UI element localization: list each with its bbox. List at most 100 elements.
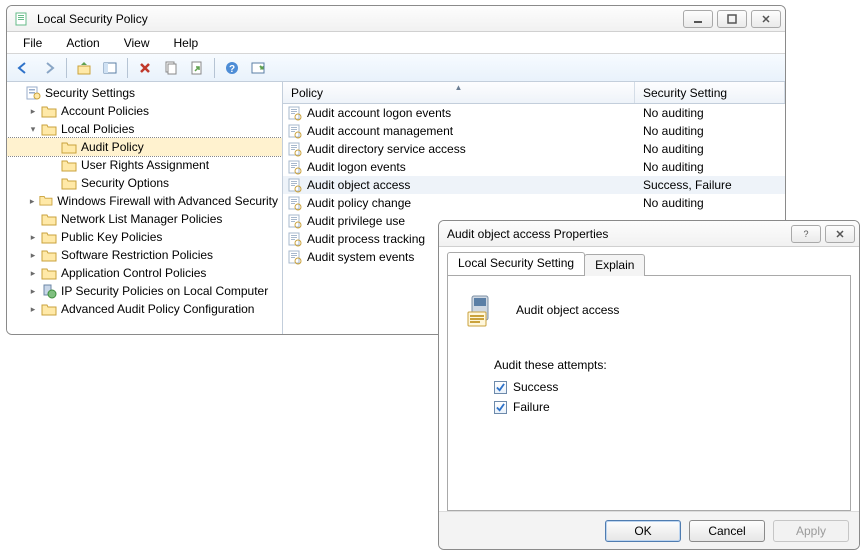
tree-root-node[interactable]: Security Settings (7, 84, 282, 102)
tree-node[interactable]: ▸ Application Control Policies (7, 264, 282, 282)
tree-node[interactable]: ▸ Windows Firewall with Advanced Securit… (7, 192, 282, 210)
column-header-setting-label: Security Setting (643, 86, 727, 100)
tab-panel: Audit object access Audit these attempts… (447, 275, 851, 511)
list-row[interactable]: Audit logon events No auditing (283, 158, 785, 176)
column-header-policy[interactable]: Policy ▲ (283, 82, 635, 103)
tree-node-label: Network List Manager Policies (61, 212, 222, 226)
list-row[interactable]: Audit policy change No auditing (283, 194, 785, 212)
chevron-right-icon[interactable]: ▸ (27, 231, 39, 243)
tree-node[interactable]: ▸ Software Restriction Policies (7, 246, 282, 264)
dialog-titlebar[interactable]: Audit object access Properties ? (439, 221, 859, 247)
list-row-name: Audit logon events (307, 160, 635, 174)
properties-icon[interactable] (246, 57, 270, 79)
menu-file[interactable]: File (13, 34, 52, 52)
dialog-help-button[interactable]: ? (791, 225, 821, 243)
sort-asc-icon: ▲ (455, 83, 463, 92)
help-icon[interactable]: ? (220, 57, 244, 79)
list-row-setting: No auditing (635, 160, 785, 174)
ok-button[interactable]: OK (605, 520, 681, 542)
list-row-name: Audit directory service access (307, 142, 635, 156)
policy-item-icon (287, 159, 303, 175)
list-row[interactable]: Audit account management No auditing (283, 122, 785, 140)
toolbar: ? (7, 54, 785, 82)
list-row[interactable]: Audit directory service access No auditi… (283, 140, 785, 158)
folder-icon (61, 139, 77, 155)
list-row-setting: Success, Failure (635, 178, 785, 192)
tree-node-label: Software Restriction Policies (61, 248, 213, 262)
checkbox-failure[interactable] (494, 401, 507, 414)
list-row[interactable]: Audit object access Success, Failure (283, 176, 785, 194)
tree-node-label: Security Settings (45, 86, 135, 100)
list-row-name: Audit policy change (307, 196, 635, 210)
show-tree-icon[interactable] (98, 57, 122, 79)
list-row-name: Audit account logon events (307, 106, 635, 120)
maximize-button[interactable] (717, 10, 747, 28)
app-icon (15, 11, 31, 27)
chevron-right-icon[interactable]: ▸ (27, 105, 39, 117)
tree-node[interactable]: ▾ Local Policies (7, 120, 282, 138)
tree-node[interactable]: Security Options (7, 174, 282, 192)
properties-dialog: Audit object access Properties ? Local S… (438, 220, 860, 550)
menu-help[interactable]: Help (164, 34, 209, 52)
chevron-right-icon[interactable]: ▸ (27, 303, 39, 315)
tree-node[interactable]: ▸ IP Security Policies on Local Computer (7, 282, 282, 300)
list-row-setting: No auditing (635, 142, 785, 156)
tree-node[interactable]: ▸ Account Policies (7, 102, 282, 120)
cancel-button[interactable]: Cancel (689, 520, 765, 542)
tree-node-label: Windows Firewall with Advanced Security (57, 194, 278, 208)
list-row-setting: No auditing (635, 124, 785, 138)
tree-node-label: User Rights Assignment (81, 158, 209, 172)
tree-node-label: Local Policies (61, 122, 134, 136)
checkbox-success[interactable] (494, 381, 507, 394)
folder-icon (41, 301, 57, 317)
checkbox-failure-row[interactable]: Failure (494, 400, 834, 414)
folder-icon (39, 193, 53, 209)
svg-text:?: ? (229, 64, 235, 75)
back-icon[interactable] (11, 57, 35, 79)
copy-icon[interactable] (159, 57, 183, 79)
policy-icon (464, 290, 504, 330)
checkbox-success-label: Success (513, 380, 558, 394)
delete-icon[interactable] (133, 57, 157, 79)
tree-node-label: Audit Policy (81, 140, 144, 154)
tab-local-security-setting[interactable]: Local Security Setting (447, 252, 585, 275)
chevron-right-icon[interactable]: ▸ (27, 195, 37, 207)
security-settings-icon (25, 85, 41, 101)
tab-explain[interactable]: Explain (584, 254, 645, 276)
menu-view[interactable]: View (114, 34, 160, 52)
chevron-down-icon[interactable]: ▾ (27, 123, 39, 135)
policy-item-icon (287, 213, 303, 229)
chevron-right-icon[interactable]: ▸ (27, 267, 39, 279)
tree-node-label: Security Options (81, 176, 169, 190)
policy-item-icon (287, 105, 303, 121)
minimize-button[interactable] (683, 10, 713, 28)
tree-node[interactable]: Audit Policy (7, 138, 282, 156)
main-titlebar[interactable]: Local Security Policy (7, 6, 785, 32)
tree-node[interactable]: Network List Manager Policies (7, 210, 282, 228)
up-icon[interactable] (72, 57, 96, 79)
tree-node[interactable]: ▸ Public Key Policies (7, 228, 282, 246)
close-button[interactable] (751, 10, 781, 28)
checkbox-success-row[interactable]: Success (494, 380, 834, 394)
policy-item-icon (287, 123, 303, 139)
tree-node[interactable]: ▸ Advanced Audit Policy Configuration (7, 300, 282, 318)
apply-button[interactable]: Apply (773, 520, 849, 542)
export-icon[interactable] (185, 57, 209, 79)
tree-node[interactable]: User Rights Assignment (7, 156, 282, 174)
chevron-right-icon[interactable]: ▸ (27, 285, 39, 297)
policy-name-label: Audit object access (516, 303, 619, 317)
folder-icon (41, 265, 57, 281)
forward-icon[interactable] (37, 57, 61, 79)
chevron-right-icon[interactable]: ▸ (27, 249, 39, 261)
list-row[interactable]: Audit account logon events No auditing (283, 104, 785, 122)
menubar: File Action View Help (7, 32, 785, 54)
dialog-tabstrip: Local Security Setting Explain (447, 253, 851, 275)
folder-icon (61, 157, 77, 173)
toolbar-separator (214, 58, 215, 78)
column-header-setting[interactable]: Security Setting (635, 82, 785, 103)
dialog-close-button[interactable] (825, 225, 855, 243)
toolbar-separator (66, 58, 67, 78)
toolbar-separator (127, 58, 128, 78)
tree-pane[interactable]: Security Settings ▸ Account Policies ▾ L… (7, 82, 283, 334)
menu-action[interactable]: Action (56, 34, 109, 52)
